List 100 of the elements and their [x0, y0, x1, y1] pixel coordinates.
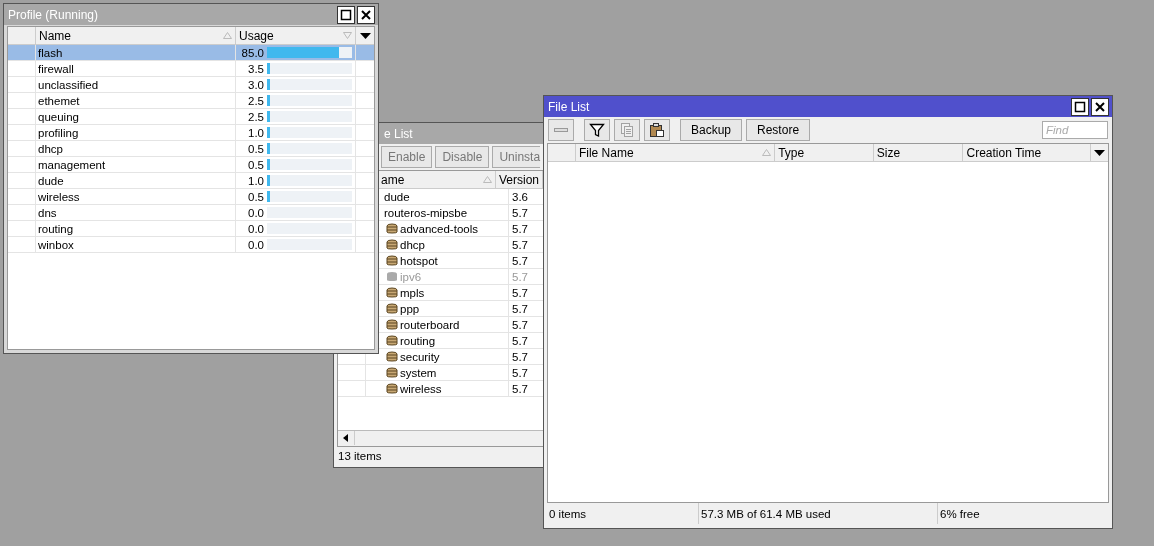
column-header[interactable]: Creation Time	[966, 145, 1087, 160]
usage-value: 0.5	[247, 190, 264, 203]
sort-icon	[343, 32, 352, 39]
table-row[interactable]: unclassified 3.0	[8, 77, 374, 93]
table-row[interactable]: ethemet 2.5	[8, 93, 374, 109]
package-version: 5.7	[512, 382, 528, 395]
column-header[interactable]: ame	[381, 172, 483, 187]
window-title: File List	[548, 99, 591, 114]
table-row[interactable]: dhcp 0.5	[8, 141, 374, 157]
table-row[interactable]: flash 85.0	[8, 45, 374, 61]
toolbar-button[interactable]: Enable	[381, 146, 433, 168]
package-name: ppp	[400, 302, 420, 315]
process-name: winbox	[38, 238, 74, 251]
maximize-icon[interactable]	[337, 5, 355, 24]
package-version: 5.7	[512, 222, 528, 235]
package-version: 5.7	[512, 238, 528, 251]
paste-button[interactable]	[644, 119, 670, 141]
process-name: wireless	[38, 190, 80, 203]
package-version: 5.7	[512, 350, 528, 363]
status-text: 57.3 MB of 61.4 MB used	[701, 507, 831, 520]
process-name: queuing	[38, 110, 79, 123]
table-row[interactable]: dns 0.0	[8, 205, 374, 221]
process-name: unclassified	[38, 78, 99, 91]
toolbar-button[interactable]: Uninsta	[492, 146, 541, 168]
usage-value: 0.5	[247, 158, 264, 171]
package-version: 5.7	[512, 270, 528, 283]
package-version: 5.7	[512, 206, 528, 219]
package-name: wireless	[400, 382, 442, 395]
close-icon[interactable]	[1091, 97, 1109, 116]
usage-value: 3.0	[247, 78, 264, 91]
usage-value: 0.0	[247, 222, 264, 235]
process-name: dhcp	[38, 142, 63, 155]
dropdown-icon[interactable]	[359, 32, 371, 39]
package-name: dhcp	[400, 238, 425, 251]
table-row[interactable]: profiling 1.0	[8, 125, 374, 141]
window-title: e List	[383, 126, 414, 141]
column-header[interactable]: Usage	[239, 28, 343, 43]
sort-icon	[762, 149, 772, 156]
package-name: system	[400, 366, 437, 379]
table-row[interactable]: routing 0.0	[8, 221, 374, 237]
usage-value: 2.5	[247, 110, 264, 123]
table-row[interactable]: firewall 3.5	[8, 61, 374, 77]
package-name: routing	[400, 334, 436, 347]
process-name: flash	[38, 46, 63, 59]
status-text: 13 items	[338, 450, 382, 462]
table-row[interactable]: winbox 0.0	[8, 237, 374, 253]
package-name: advanced-tools	[400, 222, 478, 235]
package-name: dude	[384, 190, 410, 203]
copy-icon	[619, 122, 635, 138]
status-text: 0 items	[549, 507, 587, 520]
dropdown-icon[interactable]	[1094, 149, 1105, 156]
usage-value: 85.0	[240, 46, 264, 59]
process-name: profiling	[38, 126, 79, 139]
process-name: routing	[38, 222, 74, 235]
process-name: management	[38, 158, 106, 171]
process-name: dns	[38, 206, 57, 219]
column-header[interactable]: Version	[498, 172, 539, 187]
usage-value: 1.0	[247, 174, 264, 187]
toolbar-button[interactable]: Restore	[746, 119, 811, 141]
package-version: 5.7	[512, 334, 528, 347]
usage-value: 3.5	[247, 62, 264, 75]
status-text: 6% free	[940, 507, 980, 520]
package-name: ipv6	[400, 270, 422, 283]
package-version: 5.7	[512, 286, 528, 299]
usage-value: 0.5	[247, 142, 264, 155]
table-row[interactable]: management 0.5	[8, 157, 374, 173]
toolbar-button[interactable]: Disable	[435, 146, 490, 168]
package-name: security	[400, 350, 440, 363]
clipboard-icon	[649, 122, 665, 138]
maximize-icon[interactable]	[1071, 97, 1089, 116]
column-header[interactable]: File Name	[578, 145, 763, 160]
usage-value: 0.0	[247, 238, 264, 251]
package-version: 5.7	[512, 366, 528, 379]
column-header[interactable]: Name	[39, 28, 223, 43]
process-name: firewall	[38, 62, 74, 75]
package-name: routeros-mipsbe	[384, 206, 468, 219]
toolbar-button[interactable]: Backup	[680, 119, 743, 141]
sort-icon	[223, 32, 232, 39]
usage-value: 0.0	[247, 206, 264, 219]
column-header[interactable]: Size	[876, 145, 960, 160]
process-name: dude	[38, 174, 64, 187]
package-name: hotspot	[400, 254, 438, 267]
table-row[interactable]: wireless 0.5	[8, 189, 374, 205]
filter-button[interactable]	[584, 119, 610, 141]
column-header[interactable]: Type	[778, 145, 870, 160]
table-row[interactable]: queuing 2.5	[8, 109, 374, 125]
package-version: 5.7	[512, 254, 528, 267]
process-name: ethemet	[38, 94, 80, 107]
package-version: 3.6	[512, 190, 528, 203]
table-row[interactable]: dude 1.0	[8, 173, 374, 189]
close-icon[interactable]	[357, 5, 375, 24]
package-name: mpls	[400, 286, 425, 299]
horizontal-scrollbar[interactable]	[338, 430, 543, 446]
window-title: Profile (Running)	[8, 7, 100, 22]
usage-value: 2.5	[247, 94, 264, 107]
find-field[interactable]: Find	[1042, 121, 1108, 139]
usage-value: 1.0	[247, 126, 264, 139]
package-name: routerboard	[400, 318, 460, 331]
package-version: 5.7	[512, 302, 528, 315]
sort-icon	[482, 176, 492, 183]
